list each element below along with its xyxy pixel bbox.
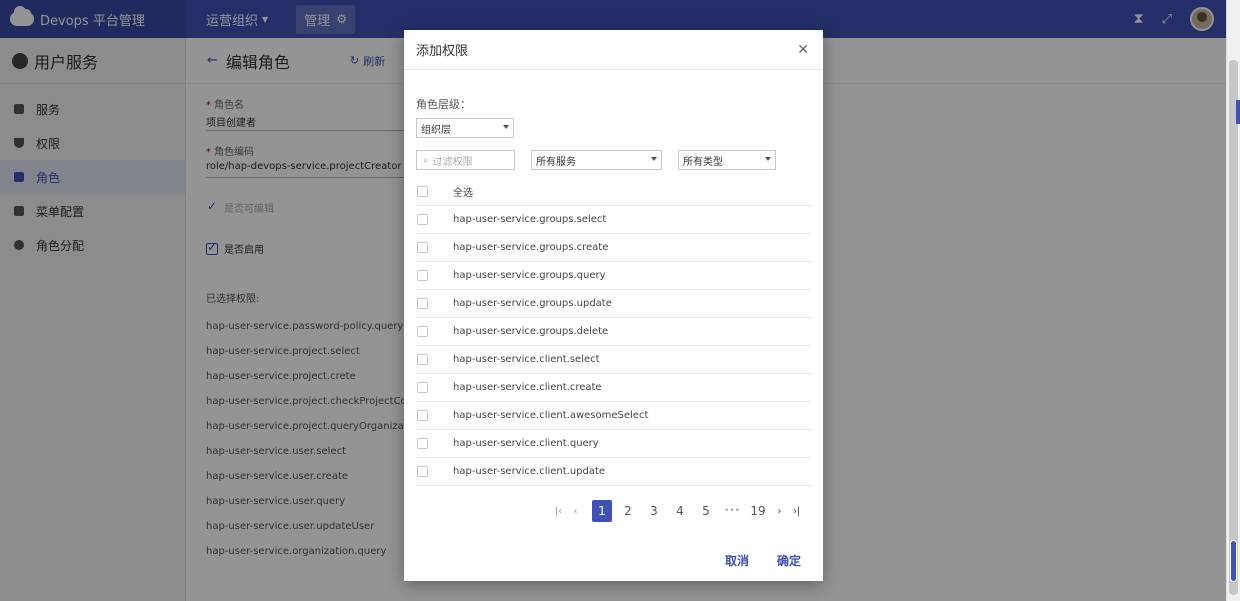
row-checkbox[interactable] — [417, 382, 428, 393]
row-checkbox[interactable] — [417, 466, 428, 477]
first-page-icon[interactable]: |‹ — [550, 506, 567, 517]
row-label: hap-user-service.groups.create — [453, 242, 609, 253]
table-row[interactable]: hap-user-service.client.query — [416, 430, 811, 458]
table-row[interactable]: hap-user-service.groups.query — [416, 262, 811, 290]
row-label: hap-user-service.groups.update — [453, 298, 612, 309]
page-4-button[interactable]: 4 — [667, 504, 693, 518]
search-icon: ⌕ — [423, 154, 429, 166]
close-icon[interactable]: ✕ — [797, 42, 809, 58]
next-page-icon[interactable]: › — [771, 506, 788, 517]
table-row[interactable]: hap-user-service.groups.select — [416, 206, 811, 234]
row-label: hap-user-service.groups.delete — [453, 326, 609, 337]
thermometer-widget[interactable] — [1230, 540, 1237, 582]
caret-down-icon — [651, 157, 657, 161]
service-filter-value: 所有服务 — [536, 156, 576, 168]
type-filter-select[interactable]: 所有类型 — [678, 150, 776, 170]
service-filter-select[interactable]: 所有服务 — [531, 150, 662, 170]
row-checkbox[interactable] — [417, 354, 428, 365]
add-permission-dialog: 添加权限 ✕ 角色层级： 组织层 ⌕ 过滤权限 所有服务 所有类型 全选 hap… — [404, 30, 823, 581]
search-placeholder: 过滤权限 — [432, 156, 473, 168]
row-checkbox[interactable] — [417, 438, 428, 449]
level-label: 角色层级： — [416, 98, 471, 111]
table-row[interactable]: hap-user-service.client.update — [416, 458, 811, 486]
select-all-checkbox[interactable] — [417, 186, 428, 197]
page-ellipsis[interactable]: ••• — [719, 506, 745, 516]
row-checkbox[interactable] — [417, 326, 428, 337]
caret-down-icon — [503, 125, 509, 129]
page-2-button[interactable]: 2 — [615, 504, 641, 518]
cancel-button[interactable]: 取消 — [725, 552, 749, 569]
row-label: hap-user-service.client.create — [453, 382, 602, 393]
row-label: hap-user-service.groups.query — [453, 270, 606, 281]
table-row[interactable]: hap-user-service.client.create — [416, 374, 811, 402]
select-all-label: 全选 — [453, 188, 473, 199]
row-label: hap-user-service.groups.select — [453, 214, 607, 225]
pagination: |‹ ‹ 1 2 3 4 5 ••• 19 › ›| — [550, 500, 805, 522]
permission-search-input[interactable]: ⌕ 过滤权限 — [416, 150, 515, 170]
page-scrollbar[interactable] — [1226, 0, 1240, 601]
dialog-title: 添加权限 — [416, 44, 469, 59]
side-tab[interactable] — [1236, 100, 1240, 124]
row-checkbox[interactable] — [417, 298, 428, 309]
dialog-footer: 取消 确定 — [725, 552, 801, 569]
table-row[interactable]: hap-user-service.groups.create — [416, 234, 811, 262]
last-page-icon[interactable]: ›| — [788, 506, 805, 517]
page-last-button[interactable]: 19 — [745, 504, 771, 518]
confirm-button[interactable]: 确定 — [777, 552, 801, 569]
row-checkbox[interactable] — [417, 270, 428, 281]
table-row[interactable]: hap-user-service.groups.update — [416, 290, 811, 318]
dialog-body: 角色层级： 组织层 ⌕ 过滤权限 所有服务 所有类型 全选 hap-user-s… — [404, 96, 823, 486]
scrollbar-thumb[interactable] — [1229, 60, 1238, 595]
type-filter-value: 所有类型 — [683, 156, 723, 168]
page-1-button[interactable]: 1 — [592, 500, 612, 522]
page-3-button[interactable]: 3 — [641, 504, 667, 518]
row-checkbox[interactable] — [417, 242, 428, 253]
table-row[interactable]: hap-user-service.client.select — [416, 346, 811, 374]
level-select-value: 组织层 — [421, 124, 451, 136]
filter-row: ⌕ 过滤权限 所有服务 所有类型 — [416, 150, 811, 170]
row-label: hap-user-service.client.select — [453, 354, 600, 365]
table-header-row: 全选 — [416, 178, 811, 206]
permission-table: 全选 hap-user-service.groups.select hap-us… — [416, 178, 811, 486]
prev-page-icon[interactable]: ‹ — [567, 506, 584, 517]
dialog-header: 添加权限 ✕ — [404, 30, 823, 70]
page-5-button[interactable]: 5 — [693, 504, 719, 518]
row-label: hap-user-service.client.update — [453, 466, 606, 477]
caret-down-icon — [765, 157, 771, 161]
row-checkbox[interactable] — [417, 410, 428, 421]
row-label: hap-user-service.client.query — [453, 438, 599, 449]
row-checkbox[interactable] — [417, 214, 428, 225]
table-row[interactable]: hap-user-service.groups.delete — [416, 318, 811, 346]
level-select[interactable]: 组织层 — [416, 118, 514, 138]
row-label: hap-user-service.client.awesomeSelect — [453, 410, 649, 421]
table-row[interactable]: hap-user-service.client.awesomeSelect — [416, 402, 811, 430]
